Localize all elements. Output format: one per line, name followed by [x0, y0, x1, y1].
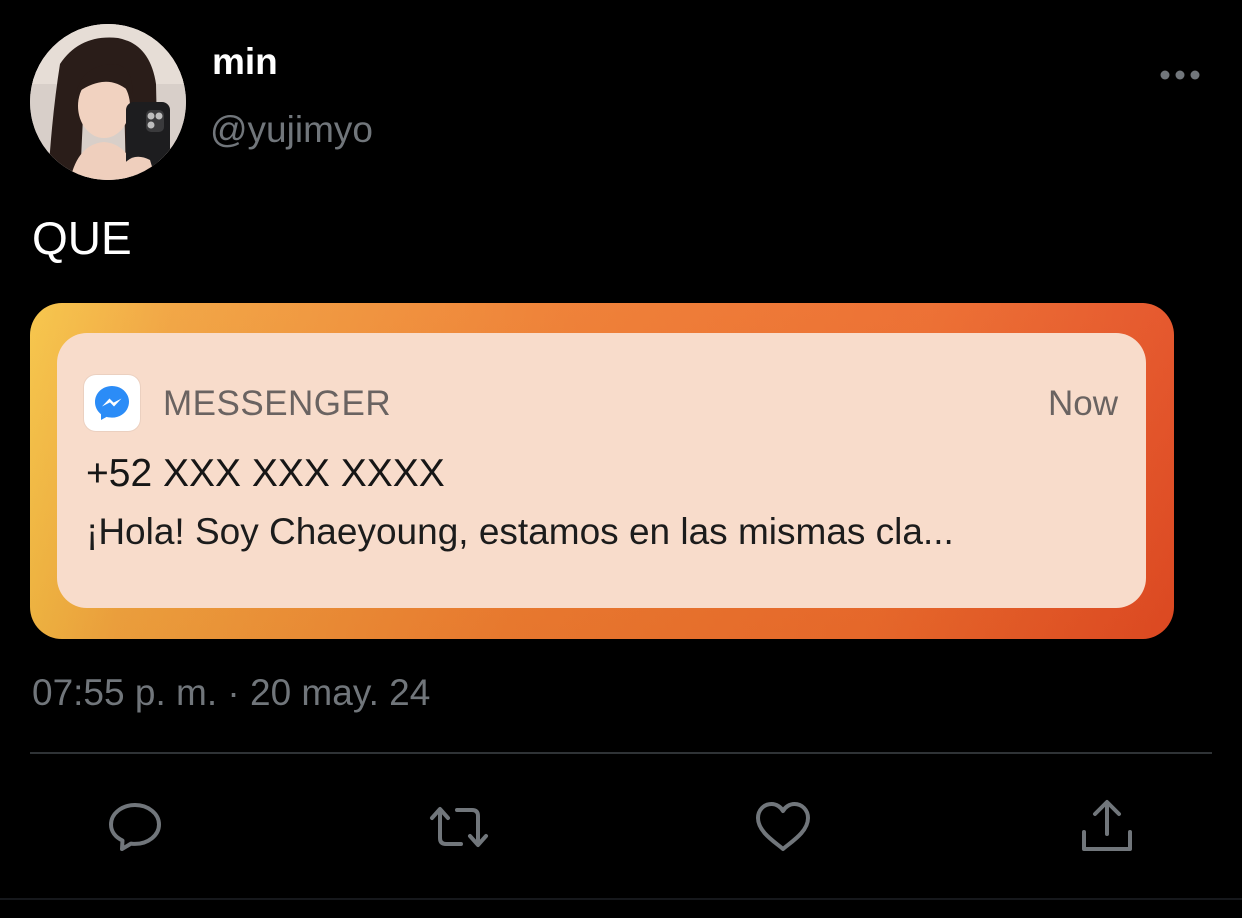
- notification-body: ¡Hola! Soy Chaeyoung, estamos en las mis…: [86, 511, 954, 552]
- share-icon: [1082, 800, 1132, 851]
- notification-time: Now: [1047, 384, 1118, 423]
- divider: [30, 752, 1212, 754]
- tweet-media-image[interactable]: MESSENGER Now +52 XXX XXX XXXX ¡Hola! So…: [30, 303, 1174, 639]
- reply-icon: [109, 803, 161, 851]
- messenger-icon: [84, 375, 140, 431]
- bottom-divider: [0, 898, 1242, 900]
- more-horizontal-icon[interactable]: [1158, 64, 1202, 86]
- tweet-text: QUE: [32, 212, 132, 264]
- notification-app-name: MESSENGER: [163, 384, 392, 423]
- avatar[interactable]: [30, 24, 186, 180]
- display-name[interactable]: min: [212, 40, 278, 84]
- retweet-button[interactable]: [428, 796, 490, 858]
- like-icon: [756, 802, 810, 851]
- profile-photo: [30, 24, 186, 180]
- reply-button[interactable]: [104, 796, 166, 858]
- tweet-timestamp[interactable]: 07:55 p. m. · 20 may. 24: [32, 670, 430, 716]
- notification-card: MESSENGER Now +52 XXX XXX XXXX ¡Hola! So…: [57, 333, 1146, 608]
- retweet-icon: [430, 807, 488, 847]
- like-button[interactable]: [752, 796, 814, 858]
- notification-title: +52 XXX XXX XXXX: [86, 452, 445, 495]
- share-button[interactable]: [1076, 796, 1138, 858]
- user-handle[interactable]: @yujimyo: [210, 108, 373, 152]
